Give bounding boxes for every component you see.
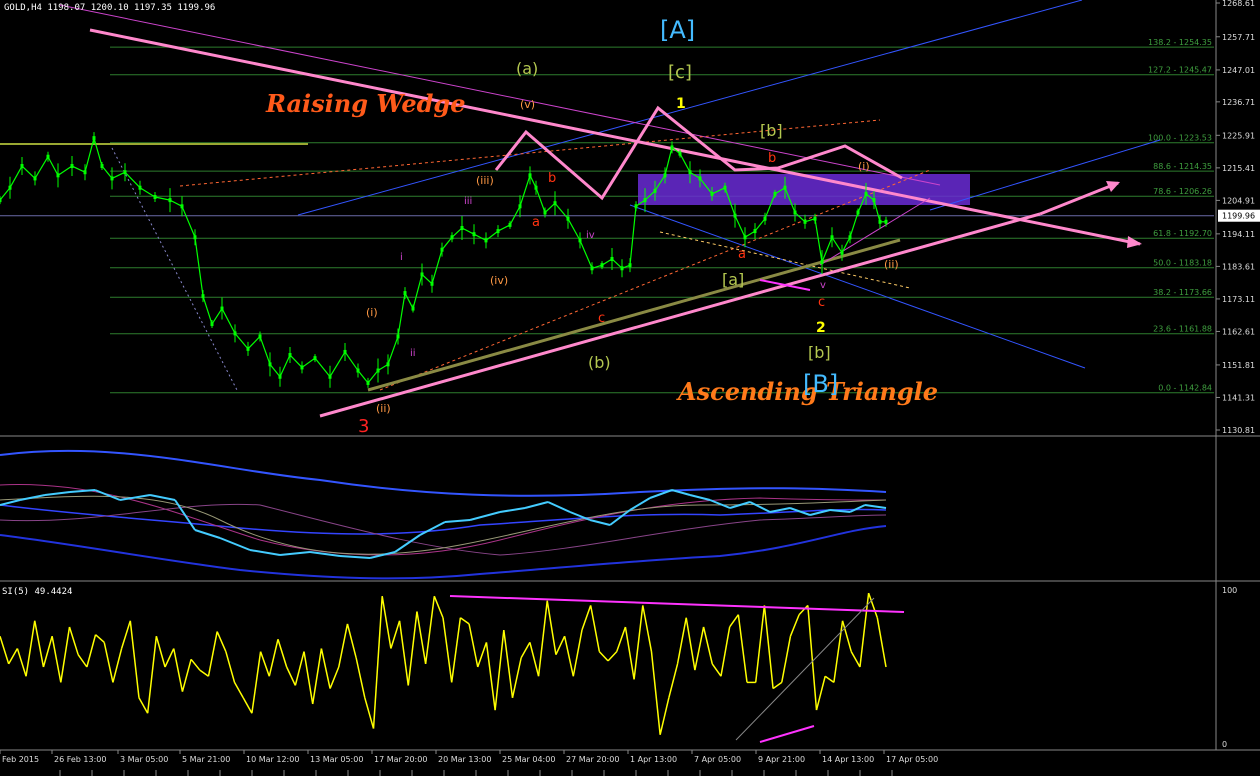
time-tick-label: 27 Mar 20:00 <box>566 755 619 764</box>
time-tick-label: 5 Mar 21:00 <box>182 755 230 764</box>
price-tick-label: 1225.91 <box>1222 131 1255 140</box>
price-tick-label: 1204.91 <box>1222 196 1255 205</box>
wave-b-small-label-2: b <box>768 151 776 166</box>
si-tick-0: 0 <box>1222 740 1227 749</box>
time-tick-label: 10 Mar 12:00 <box>246 755 299 764</box>
wave-a-small-label: a <box>532 215 540 230</box>
wave-c-small-label-2: c <box>818 295 825 310</box>
wave-iv-paren-label: (iv) <box>490 274 508 287</box>
chart-canvas: 138.2 - 1254.35 127.2 - 1245.47 100.0 - 12… <box>0 0 1260 776</box>
wave-3-label: 3 <box>358 416 369 437</box>
time-tick-label: 20 Mar 13:00 <box>438 755 491 764</box>
fib-level-label: 38.2 - 1173.66 <box>1153 288 1212 297</box>
price-tick-label: 1141.31 <box>1222 393 1255 402</box>
fib-level-label: 78.6 - 1206.26 <box>1153 187 1212 196</box>
si-title: SI(5) 49.4424 <box>2 587 72 597</box>
wave-v-small-label: v <box>820 280 826 291</box>
time-tick-label: 13 Mar 05:00 <box>310 755 363 764</box>
raising-wedge-title: Raising Wedge <box>265 89 465 118</box>
fib-level-label: 61.8 - 1192.70 <box>1153 229 1212 238</box>
fib-level-label: 100.0 - 1223.53 <box>1148 134 1212 143</box>
time-tick-label: 1 Apr 13:00 <box>630 755 677 764</box>
price-tick-label: 1257.71 <box>1222 33 1255 42</box>
fib-level-label: 23.6 - 1161.88 <box>1153 325 1212 334</box>
wave-iii-small-label: iii <box>464 196 472 207</box>
si-tick-100: 100 <box>1222 586 1237 595</box>
fib-level-label: 50.0 - 1183.18 <box>1153 259 1212 268</box>
time-tick-label: 25 Mar 04:00 <box>502 755 555 764</box>
price-tick-label: 1215.41 <box>1222 164 1255 173</box>
price-tick-label: 1162.61 <box>1222 327 1255 336</box>
wave-ii-small-label: ii <box>410 348 416 359</box>
wave-ii-paren-label: (ii) <box>376 402 391 415</box>
price-tick-label: 1194.11 <box>1222 230 1255 239</box>
price-tick-label: 1151.81 <box>1222 361 1255 370</box>
fib-level-label: 127.2 - 1245.47 <box>1148 66 1212 75</box>
wave-iv-small-label: iv <box>586 230 595 241</box>
wave-i-paren-label: (i) <box>366 306 378 319</box>
wave-A-label: [A] <box>660 16 695 44</box>
price-tick-label: 1268.61 <box>1222 0 1255 8</box>
candle-body <box>884 219 888 224</box>
fib-level-label: 138.2 - 1254.35 <box>1148 38 1212 47</box>
wave-b-small-label: b <box>548 171 556 186</box>
price-axis: 1268.61 1257.71 1247.01 1236.71 1225.91 1215.… <box>1216 0 1260 435</box>
price-tick-label: 1183.61 <box>1222 262 1255 271</box>
wave-v-paren-label: (v) <box>520 98 535 111</box>
fib-level-label: 0.0 - 1142.84 <box>1158 384 1212 393</box>
price-tick-label: 1173.11 <box>1222 295 1255 304</box>
wave-iii-paren-label: (iii) <box>476 174 494 187</box>
wave-b-paren-label: (b) <box>588 353 611 372</box>
time-tick-label: 9 Apr 21:00 <box>758 755 805 764</box>
price-tick-label: 1236.71 <box>1222 98 1255 107</box>
symbol-readout: GOLD,H4 1198.07 1200.10 1197.35 1199.96 <box>4 3 215 13</box>
wave-i-paren-label-2: (i) <box>858 160 870 173</box>
time-tick-label: 17 Apr 05:00 <box>886 755 938 764</box>
wave-b-bracket-label: [b] <box>760 121 783 140</box>
wave-ii-paren-label-2: (ii) <box>884 258 899 271</box>
wave-b-bracket-label-2: [b] <box>808 343 831 362</box>
time-tick-label: 3 Mar 05:00 <box>120 755 168 764</box>
wave-a-bracket-label: [a] <box>722 270 744 289</box>
wave-c-small-label: c <box>598 311 605 326</box>
current-price-label: 1199.96 <box>1222 212 1255 221</box>
wave-a-paren-label: (a) <box>516 59 538 78</box>
wave-i-small-label: i <box>400 252 403 263</box>
time-tick-label: 7 Apr 05:00 <box>694 755 741 764</box>
price-panel: 138.2 - 1254.35 127.2 - 1245.47 100.0 - 12… <box>0 0 1216 437</box>
wave-1-label: 1 <box>676 96 686 112</box>
time-tick-label: 14 Apr 13:00 <box>822 755 874 764</box>
wave-2-label: 2 <box>816 320 826 336</box>
time-tick-label: 17 Mar 20:00 <box>374 755 427 764</box>
price-tick-label: 1247.01 <box>1222 66 1255 75</box>
price-tick-label: 1130.81 <box>1222 426 1255 435</box>
time-tick-label: 26 Feb 13:00 <box>54 755 106 764</box>
wave-c-bracket-label: [c] <box>668 62 692 83</box>
time-tick-label: Feb 2015 <box>2 755 39 764</box>
fib-level-label: 88.6 - 1214.35 <box>1153 162 1212 171</box>
wave-B-label: [B] <box>803 370 838 398</box>
wave-a-small-label-2: a <box>738 247 746 262</box>
